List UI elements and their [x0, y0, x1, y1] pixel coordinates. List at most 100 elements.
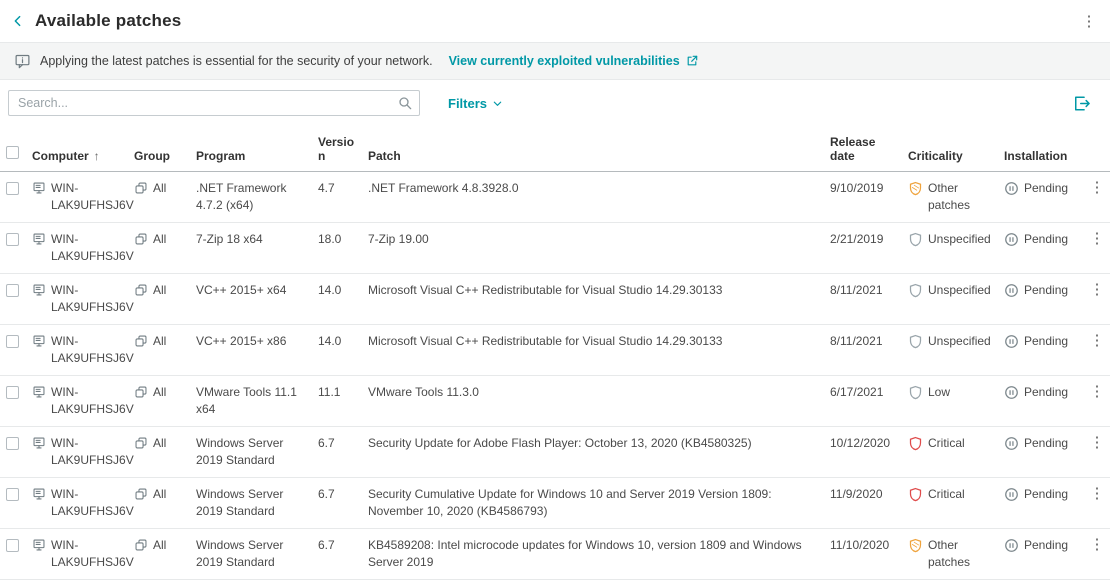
row-menu-button[interactable]: ⋮ [1090, 485, 1105, 502]
installation-status: Pending [1024, 231, 1068, 248]
banner-link-label: View currently exploited vulnerabilities [449, 54, 680, 68]
pending-icon [1004, 385, 1019, 400]
row-menu-button[interactable]: ⋮ [1090, 230, 1105, 247]
row-menu-button[interactable]: ⋮ [1090, 281, 1105, 298]
computer-name: WIN-LAK9UFHSJ6V [51, 180, 134, 214]
table-header-row: Computer ↑ Group Program Version Patch R… [0, 125, 1110, 172]
criticality-label: Critical [928, 486, 965, 503]
patch-name: Security Cumulative Update for Windows 1… [368, 486, 830, 520]
criticality-label: Other patches [928, 537, 994, 571]
release-date: 2/21/2019 [830, 231, 908, 248]
info-bubble-icon [14, 53, 31, 70]
column-header-release-date[interactable]: Release date [830, 135, 908, 163]
release-date: 8/11/2021 [830, 282, 908, 299]
patch-name: VMware Tools 11.3.0 [368, 384, 830, 401]
program-name: Windows Server 2019 Standard [196, 537, 318, 571]
patch-name: Security Update for Adobe Flash Player: … [368, 435, 830, 452]
column-header-version[interactable]: Version [318, 135, 368, 163]
row-menu-button[interactable]: ⋮ [1090, 383, 1105, 400]
row-checkbox[interactable] [6, 488, 19, 501]
group-icon [134, 487, 148, 501]
program-name: Windows Server 2019 Standard [196, 486, 318, 520]
computer-icon [32, 436, 46, 450]
column-header-installation[interactable]: Installation [1004, 149, 1084, 163]
table-row: WIN-LAK9UFHSJ6V All VMware Tools 11.1 x6… [0, 376, 1110, 427]
row-checkbox[interactable] [6, 539, 19, 552]
page-title: Available patches [35, 11, 181, 31]
column-header-patch[interactable]: Patch [368, 149, 830, 163]
group-name: All [153, 435, 166, 452]
export-button[interactable] [1072, 94, 1092, 113]
back-button[interactable] [10, 13, 26, 29]
computer-name: WIN-LAK9UFHSJ6V [51, 384, 134, 418]
table-row: WIN-LAK9UFHSJ6V All Windows Server 2019 … [0, 478, 1110, 529]
column-header-criticality[interactable]: Criticality [908, 149, 1004, 163]
program-name: Windows Server 2019 Standard [196, 435, 318, 469]
column-header-group[interactable]: Group [134, 149, 196, 163]
info-banner: Applying the latest patches is essential… [0, 42, 1110, 80]
exploited-vulnerabilities-link[interactable]: View currently exploited vulnerabilities [449, 54, 699, 68]
group-name: All [153, 231, 166, 248]
select-all-checkbox[interactable] [6, 146, 19, 159]
table-row: WIN-LAK9UFHSJ6V All Windows Server 2019 … [0, 580, 1110, 587]
row-checkbox[interactable] [6, 335, 19, 348]
installation-status: Pending [1024, 384, 1068, 401]
row-checkbox[interactable] [6, 386, 19, 399]
release-date: 6/17/2021 [830, 384, 908, 401]
pending-icon [1004, 538, 1019, 553]
group-icon [134, 385, 148, 399]
top-bar: Available patches ⋮ [0, 0, 1110, 42]
computer-icon [32, 232, 46, 246]
criticality-icon [908, 487, 923, 502]
criticality-label: Critical [928, 435, 965, 452]
row-checkbox[interactable] [6, 284, 19, 297]
computer-icon [32, 487, 46, 501]
criticality-label: Unspecified [928, 231, 991, 248]
search-box [8, 90, 420, 116]
computer-name: WIN-LAK9UFHSJ6V [51, 282, 134, 316]
pending-icon [1004, 436, 1019, 451]
table-row: WIN-LAK9UFHSJ6V All .NET Framework 4.7.2… [0, 172, 1110, 223]
installation-status: Pending [1024, 537, 1068, 554]
computer-name: WIN-LAK9UFHSJ6V [51, 486, 134, 520]
installation-status: Pending [1024, 333, 1068, 350]
patch-name: KB4589208: Intel microcode updates for W… [368, 537, 830, 571]
version-value: 6.7 [318, 486, 368, 503]
row-menu-button[interactable]: ⋮ [1090, 434, 1105, 451]
criticality-label: Unspecified [928, 282, 991, 299]
column-header-program[interactable]: Program [196, 149, 318, 163]
search-icon[interactable] [397, 95, 413, 116]
row-menu-button[interactable]: ⋮ [1090, 179, 1105, 196]
criticality-label: Unspecified [928, 333, 991, 350]
group-name: All [153, 384, 166, 401]
row-menu-button[interactable]: ⋮ [1090, 332, 1105, 349]
release-date: 11/9/2020 [830, 486, 908, 503]
version-value: 6.7 [318, 537, 368, 554]
chevron-down-icon [492, 98, 503, 109]
filters-button[interactable]: Filters [448, 96, 503, 111]
column-header-computer[interactable]: Computer ↑ [32, 149, 134, 163]
available-patches-page: Available patches ⋮ Applying the latest … [0, 0, 1110, 587]
row-menu-button[interactable]: ⋮ [1090, 536, 1105, 553]
program-name: 7-Zip 18 x64 [196, 231, 318, 248]
criticality-icon [908, 385, 923, 400]
group-icon [134, 283, 148, 297]
row-checkbox[interactable] [6, 233, 19, 246]
group-icon [134, 436, 148, 450]
chevron-left-icon [10, 13, 26, 29]
group-name: All [153, 537, 166, 554]
group-icon [134, 538, 148, 552]
criticality-icon [908, 232, 923, 247]
search-input[interactable] [8, 90, 420, 116]
row-checkbox[interactable] [6, 182, 19, 195]
computer-icon [32, 334, 46, 348]
version-value: 14.0 [318, 333, 368, 350]
group-name: All [153, 333, 166, 350]
row-checkbox[interactable] [6, 437, 19, 450]
computer-icon [32, 283, 46, 297]
pending-icon [1004, 181, 1019, 196]
page-menu-button[interactable]: ⋮ [1080, 14, 1098, 29]
export-icon [1072, 94, 1092, 113]
sort-ascending-icon[interactable]: ↑ [94, 149, 100, 163]
patch-name: Microsoft Visual C++ Redistributable for… [368, 333, 830, 350]
